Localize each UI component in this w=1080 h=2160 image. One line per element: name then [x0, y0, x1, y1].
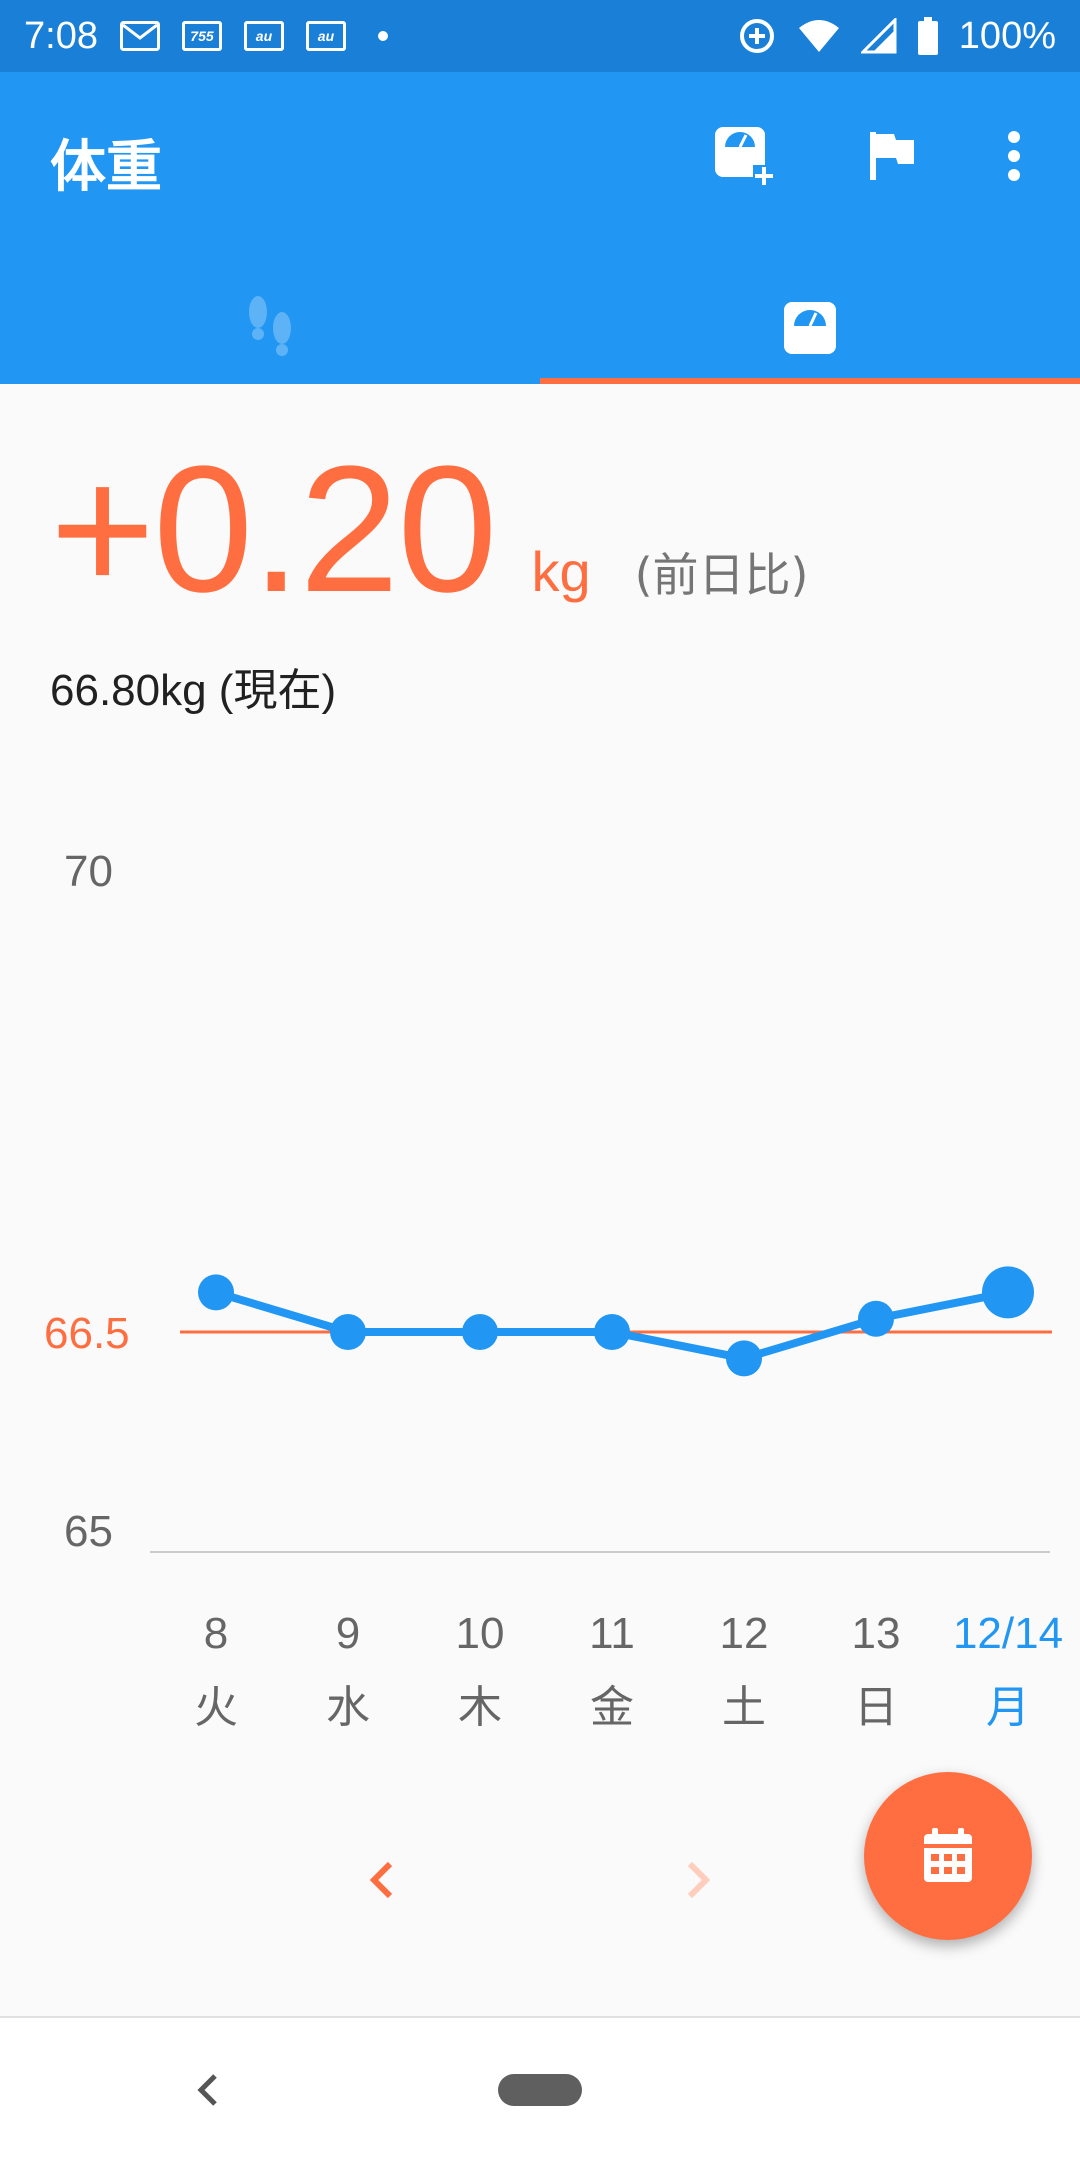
y-tick-label: 65	[64, 1507, 113, 1556]
x-tick-label: 12/14	[953, 1609, 1063, 1658]
status-time: 7:08	[24, 14, 98, 57]
cell-signal-icon	[860, 18, 897, 54]
delta-caption: (前日比)	[634, 548, 809, 602]
status-left: 7:08 755 au au	[24, 15, 388, 58]
calendar-icon	[924, 1828, 972, 1882]
weekday-label: 金	[590, 1682, 634, 1733]
y-tick-label: 70	[64, 847, 113, 896]
battery-percent: 100%	[958, 14, 1056, 57]
x-tick-label: 12	[720, 1609, 769, 1658]
app-bar: 体重	[0, 72, 1080, 384]
more-vert-icon	[1008, 131, 1020, 181]
page-title: 体重	[50, 135, 162, 200]
x-tick-label: 9	[336, 1609, 360, 1658]
status-bar: 7:08 755 au au 100%	[0, 0, 1080, 72]
more-options-button[interactable]	[978, 120, 1050, 192]
data-point	[330, 1314, 366, 1350]
weekday-label: 日	[854, 1682, 898, 1733]
chevron-right-icon	[687, 1861, 711, 1899]
weekday-label: 火	[194, 1682, 238, 1733]
add-weight-button[interactable]	[708, 120, 780, 192]
data-point	[198, 1274, 234, 1311]
wifi-icon	[798, 20, 839, 52]
system-navigation-bar	[0, 2016, 1080, 2160]
scale-icon	[784, 302, 836, 354]
nav-home-pill[interactable]	[498, 2074, 582, 2106]
battery-icon	[917, 17, 938, 55]
x-tick-label: 8	[204, 1609, 228, 1658]
current-weight: 66.80kg (現在)	[50, 666, 337, 715]
mail-icon	[119, 21, 160, 51]
target-tick-label: 66.5	[44, 1309, 130, 1358]
nav-back-button[interactable]	[176, 2058, 240, 2122]
weekday-label: 土	[722, 1682, 766, 1733]
weight-chart: 70 66.5 65 8 火 9 水 10 木 11 金 12 土 13 日 12/14 月	[44, 847, 1063, 1733]
delta-unit: kg	[531, 540, 591, 603]
next-week-button[interactable]	[658, 1840, 738, 1920]
data-point	[594, 1314, 630, 1350]
weight-summary: +0.20 kg (前日比) 66.80kg (現在)	[50, 429, 1050, 718]
weekday-label: 木	[458, 1682, 502, 1733]
goal-flag-button[interactable]	[856, 120, 928, 192]
x-tick-label: 11	[589, 1609, 635, 1658]
weekday-label: 月	[986, 1682, 1030, 1733]
previous-week-button[interactable]	[342, 1840, 422, 1920]
weekday-label: 水	[326, 1682, 370, 1733]
delta-row: +0.20 kg (前日比)	[50, 429, 1050, 630]
more-notifications-dot	[377, 31, 388, 41]
tab-steps[interactable]	[0, 272, 540, 384]
au-icon: au	[243, 21, 284, 51]
data-point	[982, 1266, 1034, 1319]
data-point	[858, 1300, 894, 1337]
tab-indicator	[540, 378, 1080, 384]
status-right: 100%	[737, 15, 1056, 58]
footsteps-icon	[249, 296, 291, 356]
755-icon: 755	[181, 21, 222, 51]
nav-back-icon	[197, 2074, 217, 2106]
tab-bar	[0, 272, 1080, 384]
delta-value: +0.20	[50, 429, 497, 630]
x-tick-label: 13	[852, 1609, 901, 1658]
data-point	[726, 1340, 762, 1377]
x-tick-label: 10	[456, 1609, 505, 1658]
add-weight-icon	[715, 127, 775, 187]
calendar-button[interactable]	[864, 1772, 1032, 1940]
flag-icon	[870, 132, 914, 180]
data-saver-icon	[739, 19, 774, 53]
data-point	[462, 1314, 498, 1350]
au-icon: au	[305, 21, 346, 51]
tab-weight[interactable]	[540, 272, 1080, 384]
chevron-left-icon	[369, 1861, 393, 1899]
